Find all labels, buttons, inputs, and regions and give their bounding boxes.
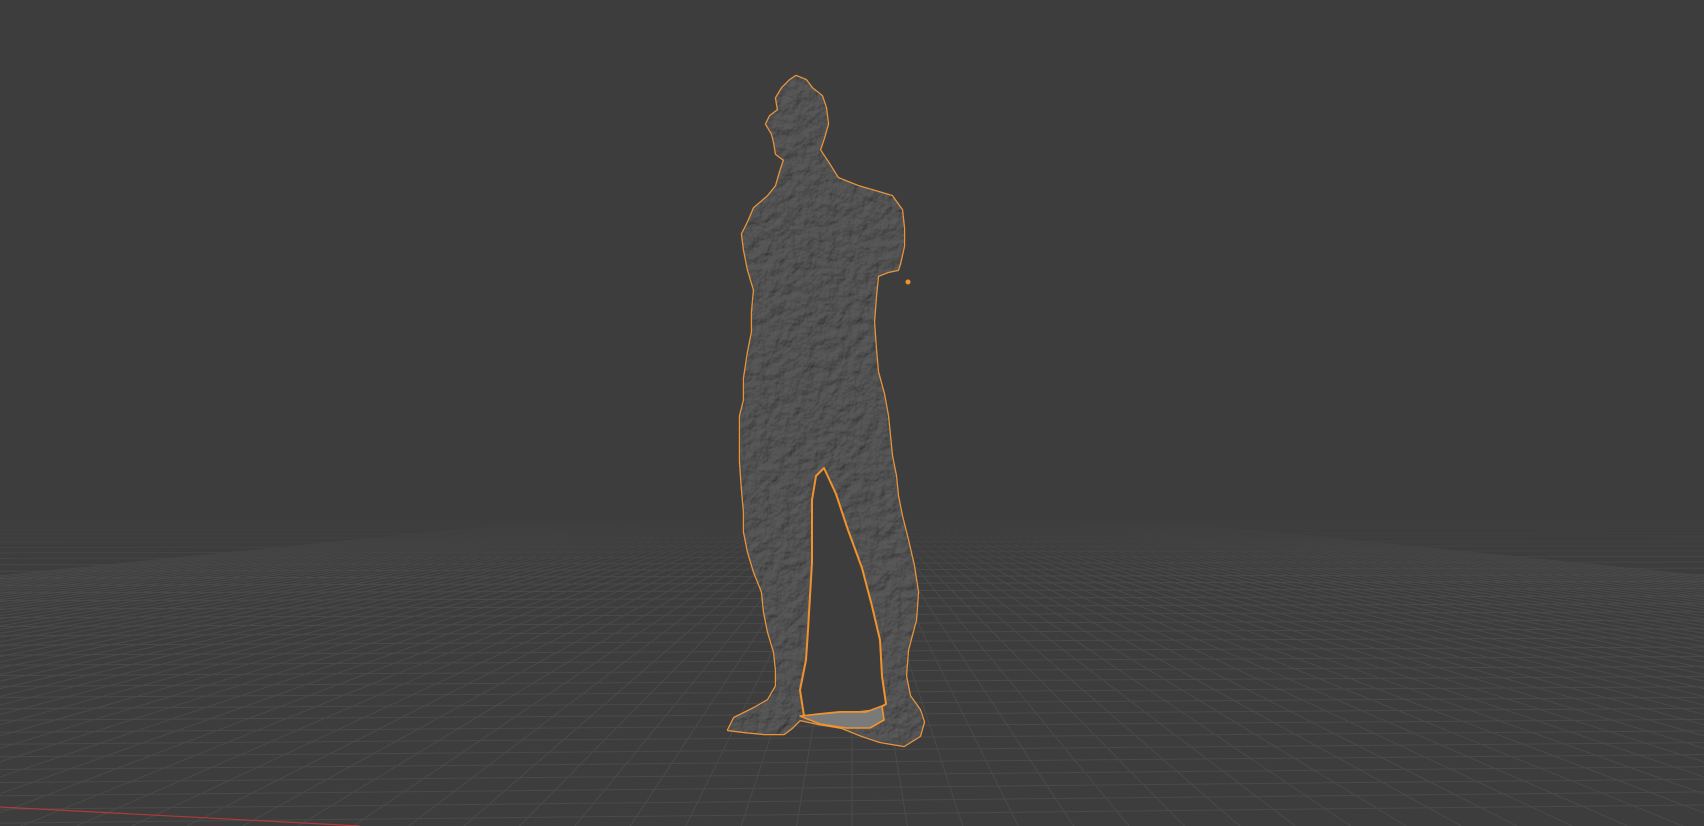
viewport-canvas[interactable] — [0, 0, 1704, 826]
3d-viewport[interactable] — [0, 0, 1704, 826]
mesh-vertex-dot — [905, 279, 911, 285]
